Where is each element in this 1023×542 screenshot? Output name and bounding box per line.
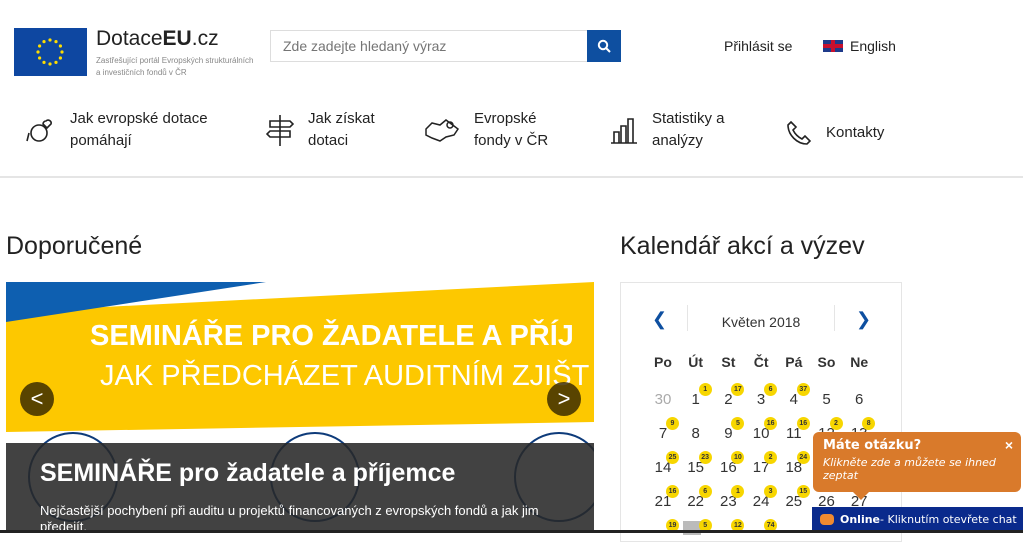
event-count-badge: 2 xyxy=(764,451,778,464)
nav-label: Kontakty xyxy=(826,124,885,141)
calendar-day[interactable]: 8 xyxy=(680,425,712,442)
calendar-day[interactable]: 30 xyxy=(647,391,679,408)
language-switch[interactable]: English xyxy=(823,38,896,54)
eu-stars-icon xyxy=(36,38,64,66)
search-input[interactable] xyxy=(270,30,588,62)
carousel-caption[interactable]: SEMINÁŘE pro žadatele a příjemce Nejčast… xyxy=(6,443,594,533)
signpost-icon xyxy=(266,115,294,146)
caption-description: Nejčastější pochybení při auditu u proje… xyxy=(40,503,539,533)
banner-line-2: JAK PŘEDCHÁZET AUDITNÍM ZJIŠT xyxy=(100,360,590,392)
carousel-prev-button[interactable]: < xyxy=(20,382,54,416)
nav-item-how-get[interactable]: Jak získat dotaci xyxy=(266,108,388,152)
caption-title[interactable]: SEMINÁŘE pro žadatele a příjemce xyxy=(40,459,455,488)
weekday-header: Čt xyxy=(753,354,769,370)
chat-status: Online xyxy=(840,512,881,526)
nav-item-contacts[interactable]: Kontakty xyxy=(786,120,884,146)
close-icon[interactable]: × xyxy=(1005,437,1013,453)
weekday-header: Út xyxy=(688,354,704,370)
eu-flag-logo[interactable] xyxy=(14,28,87,76)
event-count-badge: 2 xyxy=(829,417,843,430)
site-logo-title[interactable]: DotaceEU.cz xyxy=(96,27,219,51)
chat-open-bar[interactable]: Online - Kliknutím otevřete chat xyxy=(812,507,1023,531)
weekday-header: St xyxy=(721,354,736,370)
event-count-badge: 23 xyxy=(698,451,712,464)
czech-map-icon xyxy=(425,119,460,142)
logo-subtitle: Zastřešující portál Evropských strukturá… xyxy=(96,56,254,77)
nav-label: Evropské fondy v ČR xyxy=(474,110,549,149)
logo-text: Dotace xyxy=(96,27,163,50)
login-link[interactable]: Přihlásit se xyxy=(724,38,792,54)
event-count-badge: 6 xyxy=(764,383,778,396)
logo-text-tld: .cz xyxy=(191,27,219,50)
event-count-badge: 16 xyxy=(764,417,778,430)
chat-invitation-popup[interactable]: Máte otázku? Klikněte zde a můžete se ih… xyxy=(813,432,1021,500)
weekday-header: So xyxy=(817,354,836,370)
calendar-prev-chevron-icon[interactable]: ❮ xyxy=(652,309,667,330)
carousel-next-button[interactable]: > xyxy=(547,382,581,416)
nav-label: Statistiky a analýzy xyxy=(652,110,725,149)
event-count-badge: 16 xyxy=(796,417,810,430)
featured-heading: Doporučené xyxy=(6,232,143,260)
event-count-badge: 1 xyxy=(698,383,712,396)
hand-heart-icon xyxy=(26,119,52,142)
chat-bubble-icon xyxy=(820,513,834,525)
phone-icon xyxy=(787,120,812,145)
weekday-header: Ne xyxy=(850,354,869,370)
nav-item-how-help[interactable]: Jak evropské dotace pomáhají xyxy=(26,108,220,152)
featured-carousel[interactable]: SEMINÁŘE PRO ŽADATELE A PŘÍJ JAK PŘEDCHÁ… xyxy=(6,282,594,533)
uk-flag-icon xyxy=(823,40,843,52)
language-label: English xyxy=(850,38,896,54)
calendar-day[interactable]: 6 xyxy=(843,391,875,408)
header-divider xyxy=(0,176,1023,178)
banner-line-1: SEMINÁŘE PRO ŽADATELE A PŘÍJ xyxy=(90,320,574,352)
event-count-badge: 25 xyxy=(666,451,679,464)
logo-text-bold: EU xyxy=(162,27,192,50)
nav-item-funds[interactable]: Evropské fondy v ČR xyxy=(424,108,554,152)
bar-chart-icon xyxy=(611,118,637,144)
chat-status-text: - Kliknutím otevřete chat xyxy=(880,512,1017,526)
nav-item-stats[interactable]: Statistiky a analýzy xyxy=(610,108,732,152)
event-count-badge: 6 xyxy=(698,485,712,498)
event-count-badge: 37 xyxy=(796,383,810,396)
calendar-divider xyxy=(687,305,688,331)
event-count-badge: 3 xyxy=(764,485,778,498)
weekday-header: Pá xyxy=(785,354,803,370)
chat-text: Klikněte zde a můžete se ihned zeptat xyxy=(823,456,996,482)
calendar-day[interactable]: 5 xyxy=(811,391,843,408)
search-icon xyxy=(597,39,611,53)
chat-question: Máte otázku? xyxy=(823,438,922,453)
event-count-badge: 15 xyxy=(796,485,810,498)
event-count-badge: 16 xyxy=(666,485,679,498)
event-count-badge: 9 xyxy=(666,417,679,430)
calendar-next-chevron-icon[interactable]: ❯ xyxy=(856,309,871,330)
nav-label: Jak získat dotaci xyxy=(308,110,375,149)
calendar-month: Květen 2018 xyxy=(721,314,801,330)
weekday-header: Po xyxy=(654,354,672,370)
nav-label: Jak evropské dotace pomáhají xyxy=(70,110,208,149)
calendar-divider xyxy=(834,305,835,331)
calendar-heading: Kalendář akcí a výzev xyxy=(620,232,865,260)
event-count-badge: 24 xyxy=(796,451,810,464)
search-button[interactable] xyxy=(587,30,621,62)
